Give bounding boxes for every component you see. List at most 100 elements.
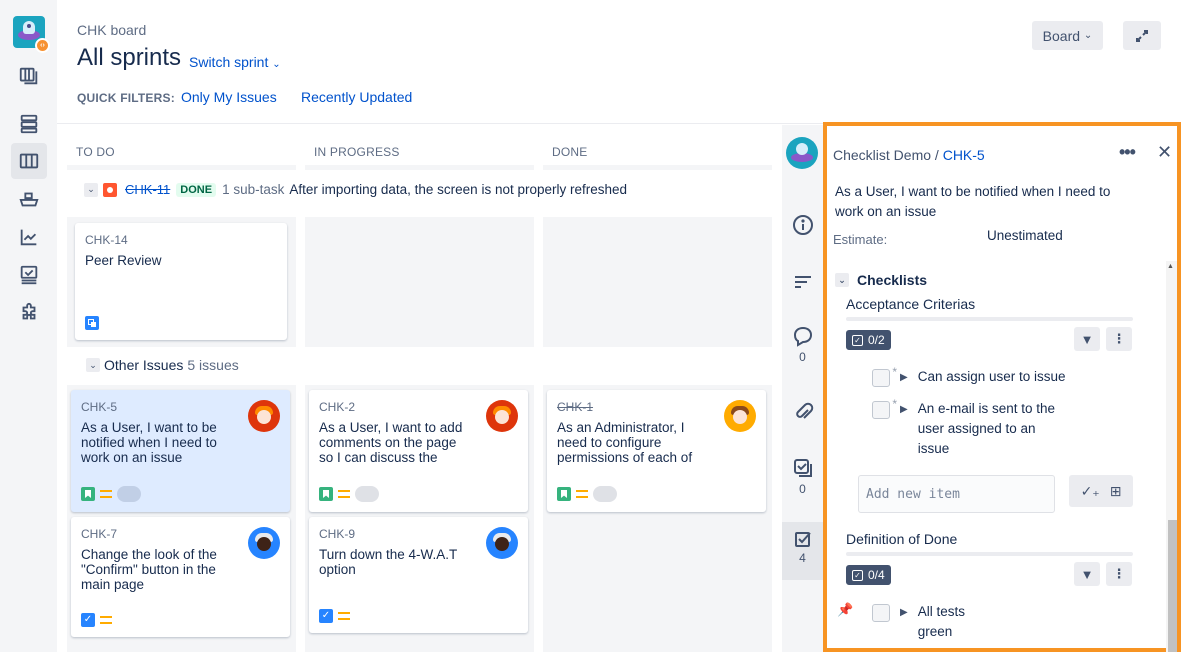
nav-ship[interactable] <box>11 181 47 217</box>
add-item-input[interactable]: Add new item <box>858 475 1055 513</box>
filter-only-my-issues[interactable]: Only My Issues <box>181 89 277 105</box>
estimate-pill <box>355 486 379 502</box>
other-issues-swimlane[interactable]: ⌄ Other Issues 5 issues <box>86 357 239 373</box>
board-icon <box>19 153 39 169</box>
scroll-up-icon[interactable]: ▲ <box>1167 263 1174 270</box>
close-icon[interactable]: ✕ <box>1157 142 1172 163</box>
issue-summary[interactable]: As a User, I want to be notified when I … <box>835 182 1135 222</box>
swimlane-header[interactable]: ⌄ CHK-11 DONE 1 sub-task After importing… <box>77 182 697 197</box>
comments-button[interactable]: 0 <box>782 325 823 364</box>
board-view-button[interactable]: Board ⌄ <box>1032 21 1103 50</box>
issue-detail-panel: Checklist Demo / CHK-5 ••• ✕ As a User, … <box>823 122 1181 652</box>
subtasks-button[interactable]: 0 <box>782 457 823 496</box>
task-icon: ✓ <box>81 613 95 627</box>
story-icon <box>557 487 571 501</box>
checklists-button[interactable]: 4 <box>782 522 823 580</box>
estimate-pill <box>593 486 617 502</box>
estimate-value[interactable]: Unestimated <box>987 228 1063 243</box>
issue-key-link[interactable]: CHK-5 <box>943 147 985 163</box>
ship-icon <box>19 192 39 207</box>
checklists-section-header[interactable]: ⌄ Checklists <box>835 272 927 288</box>
column-done-lane1 <box>543 217 772 347</box>
priority-medium-icon <box>100 490 112 498</box>
priority-medium-icon <box>576 490 588 498</box>
filter-icon: ▼ <box>1080 331 1094 347</box>
avatar <box>486 400 518 432</box>
swimlane-summary: After importing data, the screen is not … <box>289 182 628 197</box>
nav-board[interactable] <box>11 143 47 179</box>
issue-card[interactable]: CHK-9 Turn down the 4-W.A.T option ✓ <box>309 517 528 633</box>
filter-recently-updated[interactable]: Recently Updated <box>301 89 412 105</box>
nav-releases[interactable] <box>11 106 47 142</box>
pin-icon[interactable]: 📌 <box>837 602 853 618</box>
checklist-item[interactable]: ▶ All tests green <box>872 602 978 642</box>
mandatory-asterisk-icon: * <box>892 365 897 379</box>
details-button[interactable] <box>782 214 823 239</box>
status-badge: DONE <box>176 182 217 197</box>
checklist-progress-bar <box>846 317 1133 321</box>
puzzle-icon <box>22 302 36 320</box>
issue-card[interactable]: CHK-14 Peer Review <box>75 223 287 340</box>
nav-reports[interactable] <box>11 219 47 255</box>
issue-card[interactable]: CHK-5 As a User, I want to be notified w… <box>71 390 290 512</box>
nav-issues[interactable] <box>11 257 47 293</box>
issue-card[interactable]: CHK-1 As an Administrator, I need to con… <box>547 390 766 512</box>
chevron-down-icon[interactable]: ⌄ <box>835 273 849 287</box>
fullscreen-button[interactable] <box>1123 21 1161 50</box>
column-header-done: DONE <box>552 145 588 159</box>
breadcrumb[interactable]: CHK board <box>77 22 146 38</box>
swimlane-issue-key[interactable]: CHK-11 <box>125 182 170 197</box>
checklist-menu-button[interactable]: ⋮ <box>1106 562 1132 586</box>
filter-button[interactable]: ▼ <box>1074 562 1100 586</box>
switch-sprint-button[interactable]: Switch sprint ⌄ <box>189 54 281 70</box>
avatar <box>486 527 518 559</box>
releases-icon <box>20 114 38 134</box>
quick-filters-label: QUICK FILTERS: <box>77 91 175 105</box>
checklist-item[interactable]: * ▶ Can assign user to issue <box>872 365 1078 388</box>
subtask-count: 1 sub-task <box>222 182 285 197</box>
expand-icon <box>1136 29 1148 42</box>
add-check-icon[interactable]: ✓₊ <box>1081 483 1100 500</box>
attachments-button[interactable] <box>782 401 823 426</box>
more-actions-icon[interactable]: ••• <box>1119 142 1136 163</box>
checkbox-icon: ✓ <box>852 569 863 581</box>
expand-triangle-icon[interactable]: ▶ <box>900 603 908 623</box>
issue-card[interactable]: CHK-7 Change the look of the "Confirm" b… <box>71 517 290 637</box>
chevron-down-icon[interactable]: ⌄ <box>84 182 98 197</box>
scrollbar-thumb[interactable] <box>1168 520 1177 652</box>
chevron-down-icon[interactable]: ⌄ <box>86 358 100 372</box>
checklist-item[interactable]: * ▶ An e-mail is sent to the user assign… <box>872 397 1068 459</box>
mandatory-asterisk-icon: * <box>892 397 897 411</box>
checklist-menu-button[interactable]: ⋮ <box>1106 327 1132 351</box>
project-link[interactable]: Checklist Demo <box>833 147 931 163</box>
avatar <box>248 400 280 432</box>
checklist-checkbox[interactable] <box>872 604 890 622</box>
issue-key: CHK-14 <box>85 233 128 247</box>
app-avatar[interactable] <box>786 137 818 169</box>
add-item-actions[interactable]: ✓₊ ⊞ <box>1069 475 1133 507</box>
scrollbar[interactable]: ▲ <box>1166 261 1177 652</box>
checklist-title[interactable]: Acceptance Criterias <box>846 296 975 312</box>
add-section-icon[interactable]: ⊞ <box>1110 483 1122 500</box>
issue-summary: As a User, I want to add comments on the… <box>319 420 463 465</box>
expand-triangle-icon[interactable]: ▶ <box>900 368 908 388</box>
checklist-checkbox[interactable]: * <box>872 397 897 419</box>
nav-addons[interactable] <box>11 295 47 331</box>
checklist-checkbox[interactable]: * <box>872 365 897 387</box>
project-sidebar: ‹› <box>0 0 57 652</box>
issue-summary: Peer Review <box>85 253 162 268</box>
swimlane-title: Other Issues <box>104 357 184 373</box>
expand-triangle-icon[interactable]: ▶ <box>900 400 908 420</box>
checkbox-icon <box>794 532 811 547</box>
description-button[interactable] <box>782 271 823 296</box>
checkbox-icon: ✓ <box>852 334 863 346</box>
board-button-label: Board <box>1042 27 1081 44</box>
item-label: All tests green <box>917 604 965 639</box>
filter-button[interactable]: ▼ <box>1074 327 1100 351</box>
checklist-title[interactable]: Definition of Done <box>846 531 957 547</box>
project-logo[interactable]: ‹› <box>13 16 50 53</box>
issue-card[interactable]: CHK-2 As a User, I want to add comments … <box>309 390 528 512</box>
estimate-pill <box>117 486 141 502</box>
nav-backlog[interactable] <box>11 58 47 94</box>
backlog-icon <box>19 67 38 85</box>
